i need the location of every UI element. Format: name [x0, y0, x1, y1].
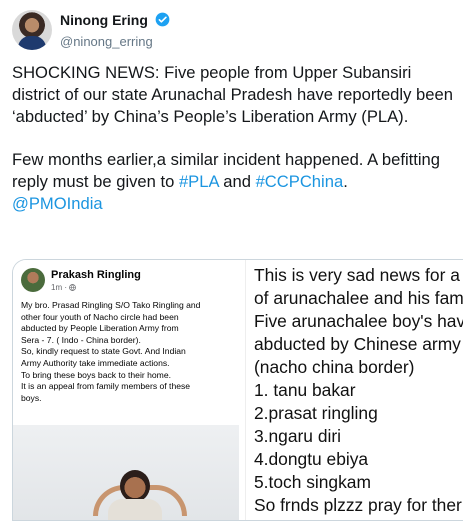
tweet-text: SHOCKING NEWS: Five people from Upper Su…: [12, 62, 456, 236]
tweet-header: Ninong Ering @ninong_erring: [12, 10, 452, 54]
fb-body-line: other four youth of Nacho circle had bee…: [21, 311, 179, 322]
mention-pmoindia-link[interactable]: @PMOIndia: [12, 194, 103, 213]
fb-body-line: Sera - 7. ( Indo - China border).: [21, 334, 141, 345]
note-line: Five arunachalee boy's hav: [254, 311, 463, 331]
author-names: Ninong Ering @ninong_erring: [60, 12, 170, 49]
fb-body-line: To bring these boys back to their home.: [21, 369, 171, 380]
fb-body-line: abducted by People Liberation Army from: [21, 323, 179, 334]
fb-post-time: 1m ·: [51, 283, 70, 292]
note-line: abducted by Chinese army: [254, 334, 461, 354]
tweet-paragraph-1: SHOCKING NEWS: Five people from Upper Su…: [12, 63, 453, 126]
hashtag-pla-link[interactable]: #PLA: [179, 172, 219, 191]
note-line: 4.dongtu ebiya: [254, 449, 369, 469]
tweet-paragraph-2: Few months earlier,a similar incident ha…: [12, 149, 456, 215]
fb-body-line: boys.: [21, 392, 42, 403]
person-shirt: [108, 499, 162, 520]
note-line: of arunachalee and his fam: [254, 288, 463, 308]
fb-author-avatar: [21, 268, 45, 292]
fb-post-body: My bro. Prasad Ringling S/O Tako Ringlin…: [21, 300, 235, 404]
note-line: 2.prasat ringling: [254, 403, 378, 423]
display-name-row: Ninong Ering: [60, 12, 170, 32]
verified-badge-icon: [155, 12, 170, 32]
globe-icon: [69, 284, 77, 291]
fb-post-meta: 1m ·: [51, 283, 77, 292]
hashtag-ccpchina-link[interactable]: #CCPChina: [256, 172, 344, 191]
note-line: 3.ngaru diri: [254, 426, 342, 446]
person-head: [120, 470, 150, 502]
facebook-post-screenshot: Prakash Ringling 1m · My bro. Prasad Rin…: [13, 260, 239, 520]
fb-body-line: Army Authority take immediate actions.: [21, 357, 170, 368]
and-text: and: [218, 172, 256, 191]
fb-post-photo: [13, 425, 239, 520]
author-display-name[interactable]: Ninong Ering: [60, 12, 148, 28]
note-line: 1. tanu bakar: [254, 380, 356, 400]
fb-body-line: It is an appeal from family members of t…: [21, 381, 191, 392]
author-handle[interactable]: @ninong_erring: [60, 34, 170, 49]
fb-author-name: Prakash Ringling: [51, 269, 141, 281]
note-line: This is very sad news for a: [254, 265, 460, 285]
note-line: So frnds plzzz pray for ther: [254, 495, 462, 515]
note-line: (nacho china border): [254, 357, 415, 377]
tweet-media-image[interactable]: Prakash Ringling 1m · My bro. Prasad Rin…: [12, 259, 463, 521]
fb-body-line: So, kindly request to state Govt. And In…: [21, 346, 186, 357]
text-note-screenshot: This is very sad news for a of arunachal…: [245, 260, 463, 520]
period-text: .: [343, 172, 348, 191]
note-line: 5.toch singkam: [254, 472, 371, 492]
fb-body-line: My bro. Prasad Ringling S/O Tako Ringlin…: [21, 300, 201, 310]
author-avatar[interactable]: [12, 10, 52, 50]
